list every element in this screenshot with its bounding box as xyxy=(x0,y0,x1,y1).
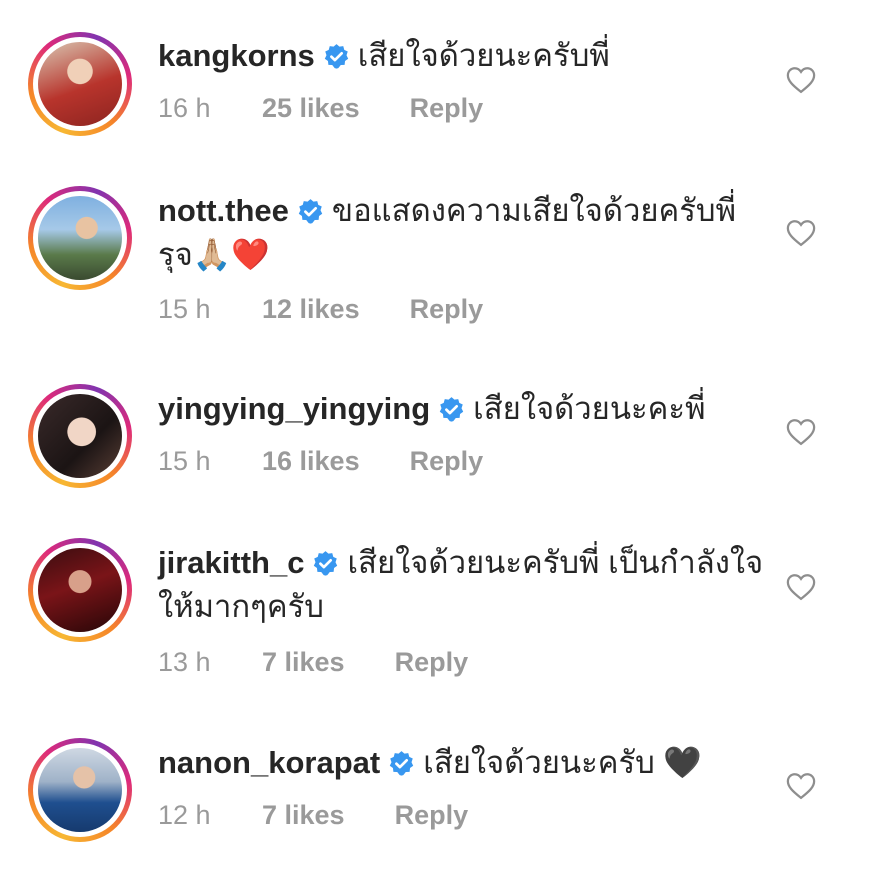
reply-button[interactable]: Reply xyxy=(395,800,469,831)
comment-meta: 12 h 7 likes Reply xyxy=(158,800,468,831)
verified-badge-icon xyxy=(298,199,323,224)
avatar[interactable] xyxy=(38,748,122,832)
comment-text: เสียใจด้วยนะครับ 🖤 xyxy=(423,745,703,780)
reply-button[interactable]: Reply xyxy=(410,446,484,477)
avatar-frame xyxy=(33,543,127,637)
comment-meta: 16 h 25 likes Reply xyxy=(158,93,483,124)
comment-likes[interactable]: 25 likes xyxy=(262,93,360,124)
comment-time: 12 h xyxy=(158,800,211,830)
story-ring[interactable] xyxy=(28,384,132,488)
comment-likes[interactable]: 7 likes xyxy=(262,647,345,678)
comment-text: เสียใจด้วยนะครับพี่ xyxy=(357,38,610,73)
comment-likes[interactable]: 16 likes xyxy=(262,446,360,477)
comment-time: 13 h xyxy=(158,647,211,677)
comment-content: nanon_korapat เสียใจด้วยนะครับ 🖤 xyxy=(158,741,768,785)
story-ring[interactable] xyxy=(28,738,132,842)
reply-button[interactable]: Reply xyxy=(395,647,469,678)
reply-button[interactable]: Reply xyxy=(410,294,484,325)
comment-meta: 15 h 16 likes Reply xyxy=(158,446,483,477)
like-heart-icon[interactable] xyxy=(786,772,816,800)
like-heart-icon[interactable] xyxy=(786,219,816,247)
verified-badge-icon xyxy=(314,551,338,576)
comment-likes[interactable]: 7 likes xyxy=(262,800,345,831)
comment-username[interactable]: kangkorns xyxy=(158,38,315,73)
comment-time: 15 h xyxy=(158,446,211,476)
comment-content: kangkorns เสียใจด้วยนะครับพี่ xyxy=(158,34,768,78)
comment-time: 15 h xyxy=(158,294,211,324)
avatar-frame xyxy=(33,389,127,483)
comment-content: nott.thee ขอแสดงความเสียใจด้วยครับพี่รุจ🙏… xyxy=(158,189,768,277)
comment-username[interactable]: nott.thee xyxy=(158,193,289,228)
like-heart-icon[interactable] xyxy=(786,573,816,601)
comment-username[interactable]: yingying_yingying xyxy=(158,391,430,426)
story-ring[interactable] xyxy=(28,186,132,290)
comment-likes[interactable]: 12 likes xyxy=(262,294,360,325)
comment-meta: 15 h 12 likes Reply xyxy=(158,294,483,325)
comment-time: 16 h xyxy=(158,93,211,123)
comment-content: jirakitth_c เสียใจด้วยนะครับพี่ เป็นกำลัง… xyxy=(158,541,768,629)
comment-meta: 13 h 7 likes Reply xyxy=(158,647,468,678)
avatar[interactable] xyxy=(38,394,122,478)
comment-username[interactable]: jirakitth_c xyxy=(158,545,304,580)
verified-badge-icon xyxy=(439,397,464,422)
story-ring[interactable] xyxy=(28,538,132,642)
verified-badge-icon xyxy=(324,44,348,69)
like-heart-icon[interactable] xyxy=(786,66,816,94)
avatar[interactable] xyxy=(38,548,122,632)
comment-content: yingying_yingying เสียใจด้วยนะคะพี่ xyxy=(158,387,768,431)
comment-text: เสียใจด้วยนะคะพี่ xyxy=(473,391,706,426)
verified-badge-icon xyxy=(390,751,414,776)
story-ring[interactable] xyxy=(28,32,132,136)
avatar-frame xyxy=(33,191,127,285)
avatar-frame xyxy=(33,743,127,837)
comment-username[interactable]: nanon_korapat xyxy=(158,745,380,780)
like-heart-icon[interactable] xyxy=(786,418,816,446)
avatar[interactable] xyxy=(38,42,122,126)
reply-button[interactable]: Reply xyxy=(410,93,484,124)
avatar[interactable] xyxy=(38,196,122,280)
avatar-frame xyxy=(33,37,127,131)
